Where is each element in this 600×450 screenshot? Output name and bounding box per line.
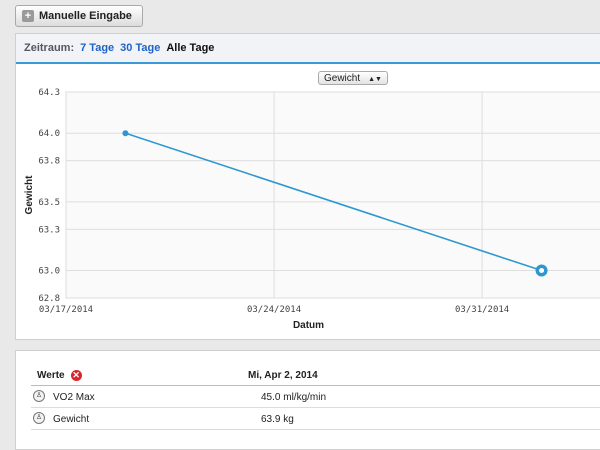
y-tick-label: 64.3 (38, 88, 60, 98)
manual-entry-button[interactable]: + Manuelle Eingabe (15, 5, 143, 27)
row-value: 63.9 kg (261, 414, 294, 425)
row-name: Gewicht (53, 414, 90, 425)
y-tick-label: 62.8 (38, 294, 60, 304)
values-table: Werte ✕ Mi, Apr 2, 2014 ♙ VO2 Max 45.0 m… (15, 350, 600, 450)
y-tick-label: 63.5 (38, 198, 60, 208)
data-point-selected-center (539, 268, 545, 274)
runner-icon: ♙ (33, 390, 45, 402)
y-tick-label: 63.3 (38, 225, 60, 235)
y-tick-label: 64.0 (38, 129, 60, 139)
y-tick-label: 63.8 (38, 157, 60, 167)
header-date: Mi, Apr 2, 2014 (248, 370, 318, 381)
data-point (122, 130, 129, 137)
header-values-label: Werte (37, 370, 65, 381)
plus-icon: + (22, 10, 34, 22)
table-header: Werte ✕ Mi, Apr 2, 2014 (31, 365, 600, 386)
chart-panel: Zeitraum: 7 Tage 30 Tage Alle Tage Gewic… (15, 33, 600, 340)
plot-area (65, 91, 600, 299)
row-name: VO2 Max (53, 392, 95, 403)
table-row[interactable]: ♙ Gewicht 63.9 kg (31, 408, 600, 430)
weight-chart: 62.8 63.0 63.3 63.5 63.8 64.0 64.3 03/17/2014 03… (24, 88, 600, 331)
row-value: 45.0 ml/kg/min (261, 392, 327, 403)
close-icon[interactable]: ✕ (70, 370, 82, 381)
x-tick-label: 03/17/2014 (39, 305, 93, 315)
manual-entry-label: Manuelle Eingabe (39, 10, 132, 22)
y-tick-label: 63.0 (38, 267, 60, 277)
x-tick-label: 03/24/2014 (247, 305, 301, 315)
x-axis-title: Datum (293, 320, 324, 331)
table-row[interactable]: ♙ VO2 Max 45.0 ml/kg/min (31, 386, 600, 408)
header-values: Werte ✕ (37, 370, 82, 381)
y-axis-title: Gewicht (24, 175, 35, 215)
runner-icon: ♙ (33, 412, 45, 424)
x-tick-label: 03/31/2014 (455, 305, 509, 315)
